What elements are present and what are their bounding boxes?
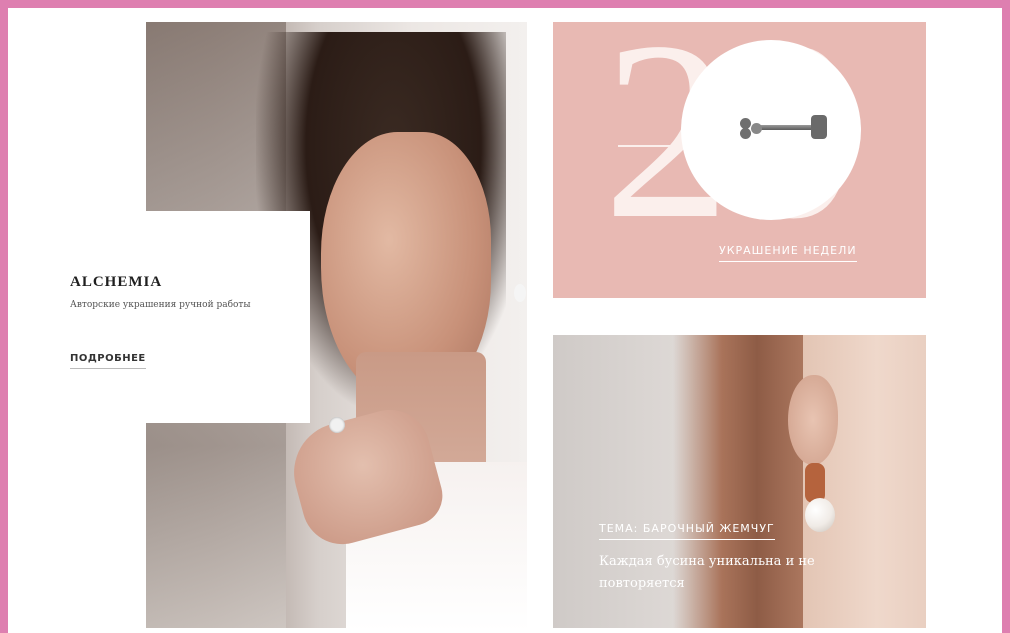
brand-subtitle: Авторские украшения ручной работы [70, 300, 251, 310]
theme-ear [788, 375, 838, 465]
theme-tile-baroque-pearl[interactable]: ТЕМА: БАРОЧНЫЙ ЖЕМЧУГ Каждая бусина уник… [553, 335, 926, 628]
brand-title: ALCHEMIA [70, 274, 163, 290]
promo-caption[interactable]: УКРАШЕНИЕ НЕДЕЛИ [719, 244, 857, 262]
stud-earring-back [811, 115, 827, 139]
stud-earring-ball [740, 128, 751, 139]
theme-text: Каждая бусина уникальна и не повторяется [599, 554, 815, 591]
hero-earring [514, 284, 526, 302]
more-link[interactable]: ПОДРОБНЕЕ [70, 353, 146, 369]
earring-hook [805, 463, 825, 503]
page-canvas: ALCHEMIA Авторские украшения ручной рабо… [8, 8, 1002, 633]
promo-tile-jewel-of-week[interactable]: 20 УКРАШЕНИЕ НЕДЕЛИ [553, 22, 926, 298]
brand-card: ALCHEMIA Авторские украшения ручной рабо… [58, 211, 310, 423]
product-circle [681, 40, 861, 220]
minus-sign [618, 145, 678, 147]
stud-earring-ball [751, 123, 762, 134]
theme-label[interactable]: ТЕМА: БАРОЧНЫЙ ЖЕМЧУГ [599, 522, 775, 540]
hero-ring [329, 417, 345, 433]
pearl-icon [805, 498, 835, 532]
